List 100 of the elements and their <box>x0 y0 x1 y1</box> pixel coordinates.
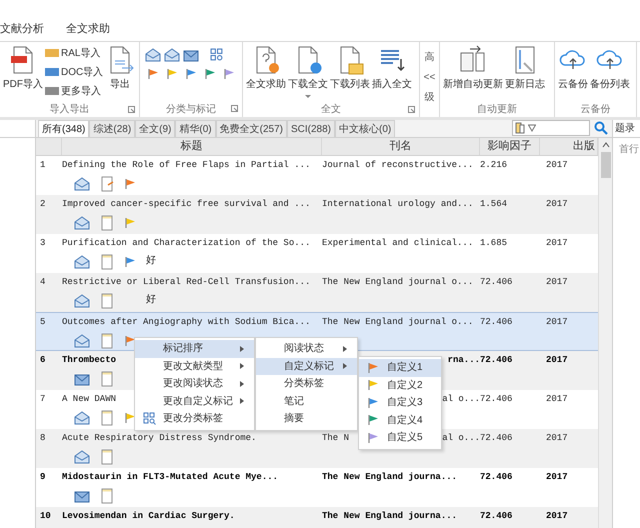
menu-item[interactable]: 更改文献类型 <box>135 358 254 375</box>
table-cell-text: Midostaurin in FLT3-Mutated Acute Mye... <box>62 470 278 484</box>
table-cell-text: Improved cancer-specific free survival and ... <box>62 198 310 211</box>
group-label: 自动更新 <box>477 102 517 117</box>
filter-tab[interactable]: 综述(28) <box>89 120 136 137</box>
table-row[interactable]: 9 Midostaurin in FLT3-Mutated Acute Mye... The New England journa... 72.406 2017 <box>36 468 598 506</box>
panel-text: 首行 <box>618 143 640 157</box>
table-cell-text: 2017 <box>546 470 568 484</box>
menu-item[interactable]: 更改分类标签 <box>135 410 254 428</box>
ribbon-button[interactable]: 导出 <box>105 42 136 102</box>
menu-item[interactable]: 更改自定义标记 <box>135 392 254 410</box>
table-cell-text: 72.406 <box>480 316 512 329</box>
menu-item[interactable]: 标记排序 <box>135 340 254 358</box>
import-button[interactable]: DOC导入 <box>45 63 104 81</box>
group-label: 云备份 <box>580 103 610 117</box>
dialog-launcher-icon[interactable] <box>408 106 415 113</box>
collapse-button[interactable]: << <box>424 72 436 84</box>
menu-item[interactable]: 自定义4 <box>359 412 441 429</box>
table-cell-text: 72.406 <box>480 470 512 484</box>
group-label: 导入导出 <box>50 102 90 117</box>
filter-tab[interactable]: 中文核心(0) <box>335 120 396 137</box>
row-number: 8 <box>39 432 46 445</box>
table-row[interactable]: 1 Defining the Role of Free Flaps in Partial ... Journal of reconstructive... 2.216 2017 <box>36 156 598 194</box>
table-cell-text: Journal of reconstructive... <box>322 158 474 172</box>
menu-item[interactable]: 自定义5 <box>359 429 441 446</box>
group-label: 高 <box>424 52 434 64</box>
book-icon <box>515 122 525 134</box>
table-cell-text: Acute Respiratory Distress Syndrome. <box>62 432 256 445</box>
mark-read-icon <box>145 48 161 62</box>
table-cell-text: 1.685 <box>480 236 508 250</box>
row-number: 3 <box>39 236 46 250</box>
menu-item[interactable]: 自定义1 <box>359 359 441 376</box>
column-header[interactable]: 影响因子 <box>480 138 540 154</box>
filter-tab[interactable]: SCI(288) <box>286 120 335 137</box>
ribbon-button[interactable]: 云备份 <box>558 42 588 102</box>
table-cell-text: Restrictive or Liberal Red-Cell Transfusion... <box>62 276 310 289</box>
table-cell-text: 2017 <box>546 392 568 406</box>
dialog-launcher-icon[interactable] <box>231 105 238 112</box>
menu-tab[interactable]: 全文求助 <box>66 21 110 38</box>
filter-tab[interactable]: 精华(0) <box>175 120 216 137</box>
table-cell-text: al o... <box>442 432 480 445</box>
group-label: 级 <box>424 92 434 104</box>
menu-tab[interactable]: 文献分析 <box>0 21 44 38</box>
scrollbar[interactable] <box>598 138 612 528</box>
table-cell-text: 2017 <box>546 510 568 523</box>
table-row[interactable]: 4 Restrictive or Liberal Red-Cell Transfusion... The New England journal o... 72.406 2017 好 <box>36 272 598 312</box>
table-cell-text: The N <box>322 432 350 445</box>
ribbon-button[interactable]: 新增自动更新 <box>443 42 503 102</box>
ribbon-button[interactable]: 全文求助 <box>246 42 286 102</box>
row-number: 9 <box>39 470 46 484</box>
table-cell-text: 72.406 <box>480 276 512 289</box>
column-header[interactable]: 刊名 <box>322 138 480 154</box>
table-cell-text: International urology and... <box>322 198 474 211</box>
menu-item[interactable]: 更改阅读状态 <box>135 375 254 392</box>
import-button[interactable]: RAL导入 <box>45 44 104 62</box>
menu-item[interactable]: 自定义标记 <box>256 358 357 375</box>
row-number: 4 <box>39 276 46 289</box>
grid-search-icon[interactable] <box>210 48 224 62</box>
table-row[interactable]: 10 Levosimendan in Cardiac Surgery. The New England journa... 72.406 2017 <box>36 506 598 528</box>
menu-item[interactable]: 分类标签 <box>256 375 357 392</box>
menu-item[interactable]: 摘要 <box>256 410 357 428</box>
group-label: 分类与标记 <box>166 102 216 116</box>
column-header[interactable]: 标题 <box>62 138 322 154</box>
tag-label: 好 <box>146 293 156 308</box>
ribbon-button[interactable]: 下载全文 <box>288 42 328 102</box>
table-cell-text: 2.216 <box>480 158 508 172</box>
table-cell-text: 2017 <box>546 432 568 445</box>
group-label: 全文 <box>321 102 341 117</box>
ribbon-button[interactable]: PDF导入 <box>3 42 43 102</box>
table-cell-text: 72.406 <box>480 392 512 406</box>
scroll-thumb[interactable] <box>600 152 610 178</box>
filter-tab[interactable]: 所有(348) <box>38 120 90 137</box>
table-cell-text: 2017 <box>546 236 568 250</box>
table-row[interactable]: 2 Improved cancer-specific free survival and ... International urology and... 1.564 2017 <box>36 194 598 234</box>
panel-tab[interactable]: 题录 <box>615 121 635 136</box>
table-cell-text: 72.406 <box>480 432 512 445</box>
ribbon-button[interactable]: 插入全文 <box>372 42 412 102</box>
row-number: 2 <box>39 198 46 211</box>
menu-item[interactable]: 自定义3 <box>359 394 441 412</box>
table-cell-text: 2017 <box>546 354 568 367</box>
table-row[interactable]: 3 Purification and Characterization of the So... Experimental and clinical... 1.685 2017 好 <box>36 234 598 272</box>
envelope-icon <box>183 48 199 62</box>
tag-label: 好 <box>146 254 156 269</box>
filter-field[interactable] <box>512 120 590 136</box>
filter-tab[interactable]: 全文(9) <box>135 120 176 137</box>
ribbon-button[interactable]: 更新日志 <box>505 42 545 102</box>
menu-item[interactable]: 笔记 <box>256 392 357 410</box>
search-icon[interactable] <box>594 121 608 135</box>
ribbon-button[interactable]: 备份列表 <box>590 42 630 102</box>
ribbon-button[interactable]: 下载列表 <box>330 42 370 102</box>
row-number: 1 <box>39 158 46 172</box>
table-cell-text: The New England journal o... <box>322 316 474 329</box>
dialog-launcher-icon[interactable] <box>128 106 135 113</box>
scroll-up-icon[interactable] <box>602 142 610 148</box>
filter-tab[interactable]: 免费全文(257) <box>216 120 287 137</box>
table-cell-text: al o... <box>442 392 480 406</box>
table-cell-text: Purification and Characterization of the So... <box>62 236 310 250</box>
table-cell-text: 2017 <box>546 316 568 329</box>
import-button[interactable]: 更多导入 <box>45 82 104 100</box>
table-cell-text: A New DAWN <box>62 392 116 406</box>
